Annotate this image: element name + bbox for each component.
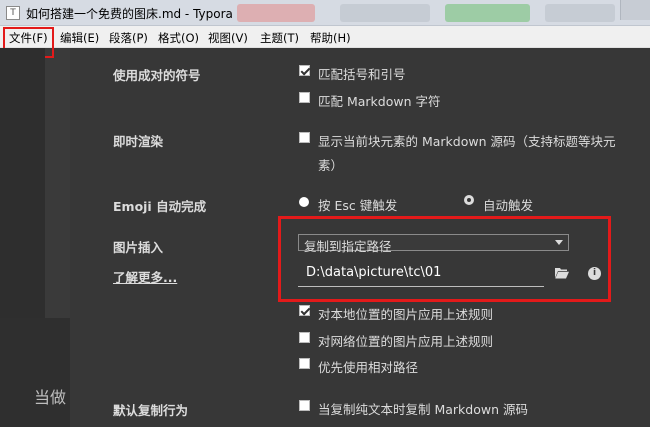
image-settings-highlight-box [278,216,611,302]
blurred-taskbar-item [545,4,615,22]
blurred-taskbar-item [237,4,315,22]
menu-bar: 文件(F) 编辑(E) 段落(P) 格式(O) 视图(V) 主题(T) 帮助(H… [0,26,650,48]
show-block-source-text-line2: 素） [318,158,344,173]
show-block-source-text-line1: 显示当前块元素的 Markdown 源码（支持标题等块元 [318,134,616,149]
editor-background-lower [0,318,70,427]
menu-view[interactable]: 视图(V) [208,30,248,46]
typora-app-icon: T [6,6,20,20]
menu-theme[interactable]: 主题(T) [260,30,299,46]
editor-background-text: 当做 [34,388,67,407]
emoji-esc-text: 按 Esc 键触发 [318,198,398,213]
copy-markdown-source-text: 当复制纯文本时复制 Markdown 源码 [318,402,528,417]
instant-render-label: 即时渲染 [113,134,164,149]
menu-format[interactable]: 格式(O) [158,30,199,46]
default-copy-label: 默认复制行为 [113,403,189,418]
match-brackets-text: 匹配括号和引号 [318,67,406,82]
blurred-taskbar-item [445,4,530,22]
learn-more-link[interactable]: 了解更多... [113,267,177,286]
apply-network-images-text: 对网络位置的图片应用上述规则 [318,334,494,349]
emoji-autocomplete-label: Emoji 自动完成 [113,199,207,214]
emoji-auto-radio[interactable] [464,195,474,205]
show-block-source-checkbox[interactable] [299,132,310,143]
emoji-esc-radio[interactable] [299,197,309,207]
menu-help[interactable]: 帮助(H) [310,30,351,46]
window-control-button[interactable] [620,0,650,20]
image-insert-label: 图片插入 [113,240,164,255]
paired-symbols-label: 使用成对的符号 [113,68,201,83]
copy-markdown-source-checkbox[interactable] [299,400,310,411]
apply-local-images-checkbox[interactable] [299,305,310,316]
title-bar: T 如何搭建一个免费的图床.md - Typora [0,0,650,26]
prefer-relative-path-checkbox[interactable] [299,358,310,369]
window-title: 如何搭建一个免费的图床.md - Typora [26,7,233,21]
match-markdown-checkbox[interactable] [299,92,310,103]
emoji-auto-text: 自动触发 [483,198,534,213]
prefer-relative-path-text: 优先使用相对路径 [318,360,419,375]
menu-edit[interactable]: 编辑(E) [60,30,99,46]
menu-paragraph[interactable]: 段落(P) [109,30,148,46]
apply-local-images-text: 对本地位置的图片应用上述规则 [318,307,494,322]
match-markdown-text: 匹配 Markdown 字符 [318,94,441,109]
blurred-taskbar-item [340,4,430,22]
match-brackets-checkbox[interactable] [299,65,310,76]
apply-network-images-checkbox[interactable] [299,332,310,343]
